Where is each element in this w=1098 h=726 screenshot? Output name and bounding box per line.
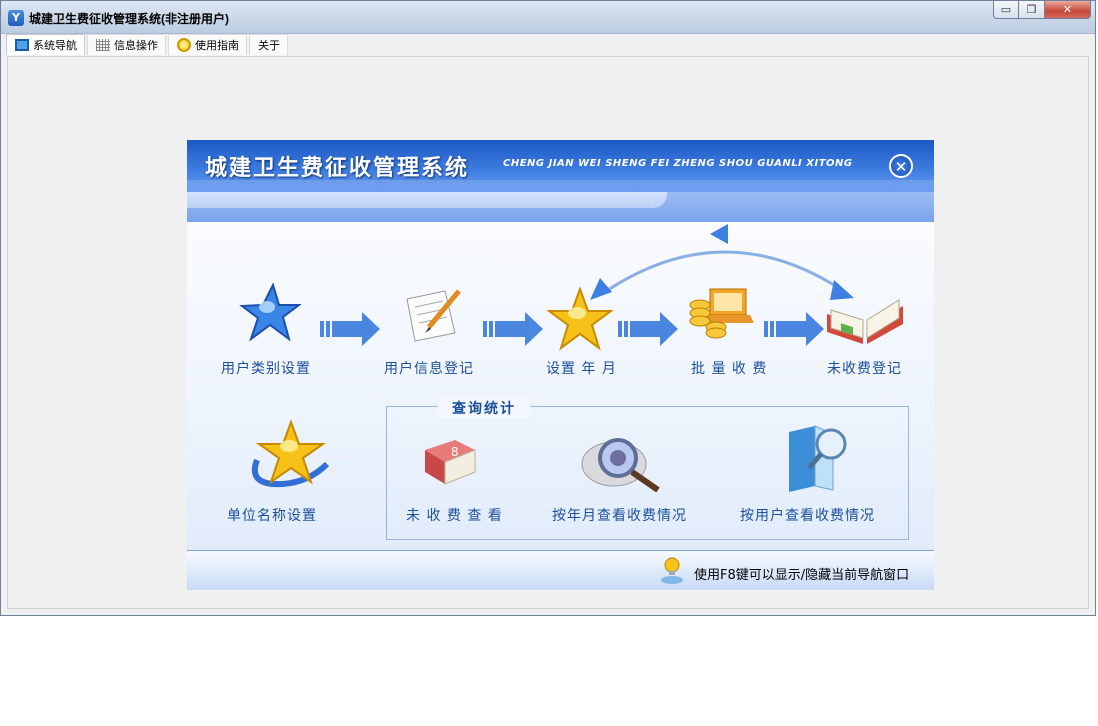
open-book-icon xyxy=(827,299,903,344)
menu-label: 关于 xyxy=(258,39,280,52)
close-button[interactable]: ✕ xyxy=(1045,1,1091,19)
f8-shortcut-tip: 使用F8键可以显示/隐藏当前导航窗口 xyxy=(694,568,910,583)
workflow-user-registration[interactable] xyxy=(401,285,465,343)
workflow-set-year-month[interactable] xyxy=(545,286,615,351)
flow-arrow xyxy=(483,312,543,346)
gold-star-icon xyxy=(545,286,615,351)
coins-laptop-icon xyxy=(689,288,754,339)
user-bulb-icon xyxy=(661,557,683,584)
query-unpaid-view[interactable]: 8 xyxy=(421,436,479,488)
workflow-label[interactable]: 用户信息登记 xyxy=(384,358,474,378)
blue-star-icon xyxy=(239,282,302,342)
window-title: 城建卫生费征收管理系统(非注册用户) xyxy=(29,12,229,26)
menu-user-guide[interactable]: 使用指南 xyxy=(168,34,247,55)
menu-label: 信息操作 xyxy=(114,39,158,52)
menu-label: 使用指南 xyxy=(195,39,239,52)
menu-about[interactable]: 关于 xyxy=(249,34,288,55)
unit-name-setting[interactable] xyxy=(243,419,335,492)
notepad-pencil-icon xyxy=(406,289,461,342)
panel-title: 城建卫生费征收管理系统 xyxy=(205,156,470,181)
query-statistics-title: 查询统计 xyxy=(438,398,530,418)
grid-icon xyxy=(96,39,110,51)
workflow-unpaid-registration[interactable] xyxy=(825,292,905,346)
panel-header-band xyxy=(187,192,934,222)
star-orbit-icon xyxy=(251,419,330,488)
minimize-icon: ▭ xyxy=(1000,3,1012,16)
close-icon: ✕ xyxy=(1062,3,1073,16)
query-label[interactable]: 按年月查看收费情况 xyxy=(552,505,687,525)
workflow-batch-charge[interactable] xyxy=(684,283,754,345)
minimize-button[interactable]: ▭ xyxy=(993,1,1019,19)
magnifier-disc-icon xyxy=(581,438,660,493)
red-book-icon: 8 xyxy=(425,440,476,485)
query-label[interactable]: 按用户查看收费情况 xyxy=(740,505,875,525)
flow-arrow xyxy=(618,312,678,346)
folder-magnifier-icon xyxy=(789,425,847,492)
close-circle-icon: ✕ xyxy=(894,158,908,176)
query-label[interactable]: 未 收 费 查 看 xyxy=(406,505,503,525)
svg-text:8: 8 xyxy=(451,445,459,459)
help-icon xyxy=(177,38,191,52)
monitor-icon xyxy=(15,39,29,51)
menu-info-operation[interactable]: 信息操作 xyxy=(87,34,166,55)
workflow-user-category[interactable] xyxy=(237,282,303,345)
workflow-label[interactable]: 用户类别设置 xyxy=(221,358,311,378)
workflow-label[interactable]: 批 量 收 费 xyxy=(691,358,767,378)
unit-name-setting-label[interactable]: 单位名称设置 xyxy=(227,505,317,525)
query-by-year-month[interactable] xyxy=(580,430,666,493)
menu-label: 系统导航 xyxy=(33,39,77,52)
flow-arrow xyxy=(764,312,824,346)
maximize-button[interactable]: ❐ xyxy=(1019,1,1045,19)
navigation-panel: 城建卫生费征收管理系统 CHENG JIAN WEI SHENG FEI ZHE… xyxy=(187,140,934,590)
query-by-user[interactable] xyxy=(785,422,855,494)
workflow-label[interactable]: 设置 年 月 xyxy=(546,358,617,378)
panel-subtitle: CHENG JIAN WEI SHENG FEI ZHENG SHOU GUAN… xyxy=(503,158,853,169)
app-logo-icon: Y xyxy=(8,10,24,26)
restore-icon: ❐ xyxy=(1026,3,1037,16)
title-bar[interactable]: Y 城建卫生费征收管理系统(非注册用户) ▭ ❐ ✕ xyxy=(1,1,1095,34)
flow-arrow xyxy=(320,312,380,346)
menu-bar: 系统导航 信息操作 使用指南 关于 xyxy=(6,34,290,55)
window-controls: ▭ ❐ ✕ xyxy=(993,1,1091,21)
panel-close-button[interactable]: ✕ xyxy=(889,154,913,178)
menu-system-navigation[interactable]: 系统导航 xyxy=(6,34,85,55)
workflow-label[interactable]: 未收费登记 xyxy=(827,358,902,378)
